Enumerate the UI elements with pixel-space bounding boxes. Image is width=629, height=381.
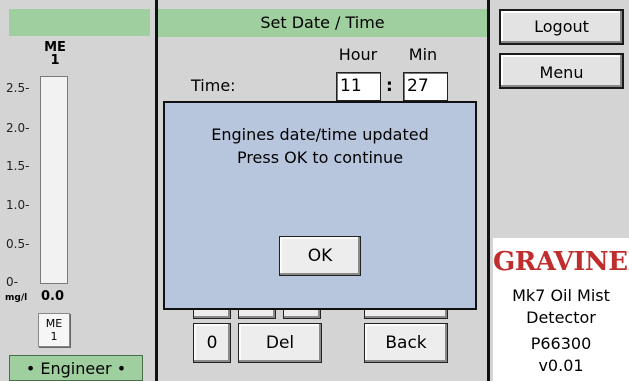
product-name-line2: Detector bbox=[526, 308, 596, 327]
engine-button-line1: ME bbox=[45, 317, 63, 330]
menu-button[interactable]: Menu bbox=[499, 53, 624, 89]
product-version: v0.01 bbox=[538, 356, 584, 375]
gauge-value: 0.0 bbox=[41, 289, 65, 304]
screen-title: Set Date / Time bbox=[260, 13, 385, 32]
hour-label: Hour bbox=[338, 45, 378, 64]
keypad-zero-button[interactable]: 0 bbox=[193, 323, 231, 363]
min-label: Min bbox=[408, 45, 438, 64]
gauge-tick-1.5: 1.5- bbox=[6, 159, 30, 173]
product-name-line1: Mk7 Oil Mist bbox=[512, 286, 610, 305]
engine-button-line2: 1 bbox=[50, 330, 58, 343]
graviner-logo: GRAVINER bbox=[493, 247, 629, 277]
gauge-tick-2.0: 2.0- bbox=[6, 121, 30, 135]
hour-input[interactable]: 11 bbox=[336, 72, 381, 101]
product-code: P66300 bbox=[530, 334, 592, 353]
gauge-tick-2.5: 2.5- bbox=[6, 81, 30, 95]
time-label: Time: bbox=[191, 76, 236, 95]
time-separator: : bbox=[386, 76, 393, 96]
user-role-badge: • Engineer • bbox=[9, 355, 143, 381]
gauge-id-line2: 1 bbox=[50, 53, 60, 68]
gauge-unit: mg/l bbox=[5, 293, 28, 303]
gauge-tick-1.0: 1.0- bbox=[6, 198, 30, 212]
minute-input[interactable]: 27 bbox=[403, 72, 448, 101]
logout-button[interactable]: Logout bbox=[499, 9, 624, 45]
engine-select-button[interactable]: ME 1 bbox=[38, 313, 70, 347]
delete-button[interactable]: Del bbox=[238, 323, 322, 363]
gauge-tick-0.5: 0.5- bbox=[6, 237, 30, 251]
gauge-header-bar bbox=[9, 9, 150, 36]
gauge-tick-0: 0- bbox=[6, 275, 18, 289]
back-button[interactable]: Back bbox=[364, 323, 448, 363]
gauge-id: ME 1 bbox=[30, 41, 80, 67]
dialog-message-line2: Press OK to continue bbox=[236, 148, 404, 167]
dialog-message-line1: Engines date/time updated bbox=[211, 125, 429, 144]
ok-button[interactable]: OK bbox=[279, 236, 361, 276]
oil-mist-gauge-bar bbox=[40, 76, 68, 284]
